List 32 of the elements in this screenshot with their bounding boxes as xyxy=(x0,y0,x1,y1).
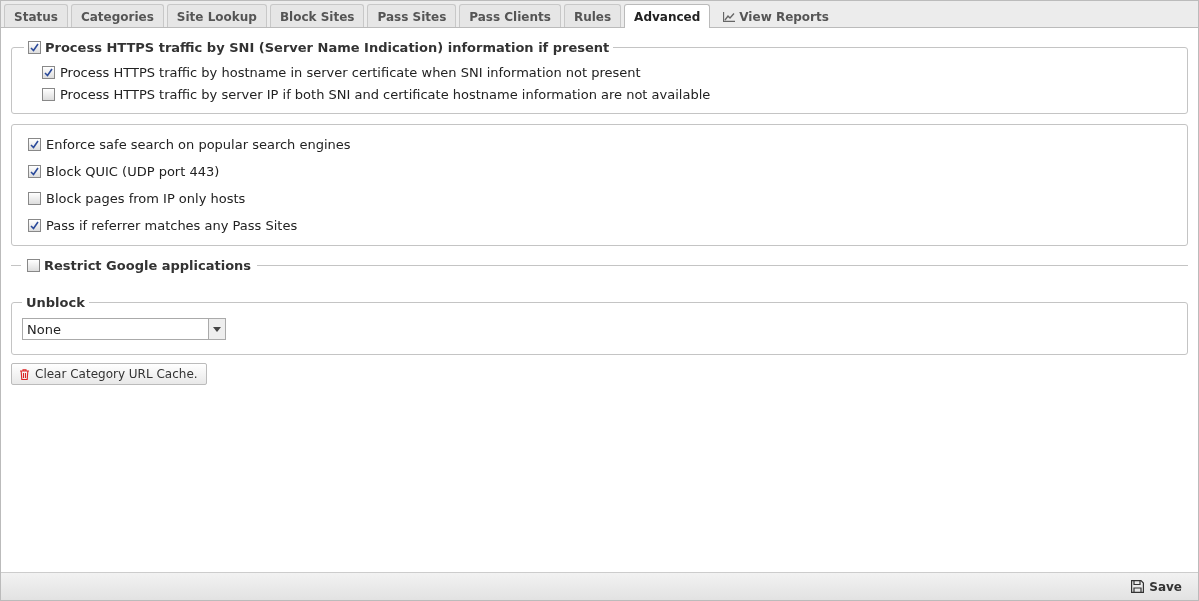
checkbox[interactable] xyxy=(28,192,41,205)
clear-cache-button[interactable]: Clear Category URL Cache. xyxy=(11,363,207,385)
save-button[interactable]: Save xyxy=(1125,578,1188,595)
checkbox[interactable] xyxy=(28,41,41,54)
trash-icon xyxy=(20,368,29,380)
checkbox-label: Restrict Google applications xyxy=(44,258,252,273)
checkbox-label: Block pages from IP only hosts xyxy=(46,191,246,206)
caret-icon xyxy=(213,326,221,332)
checkbox[interactable] xyxy=(28,138,41,151)
checkbox-label: Pass if referrer matches any Pass Sites xyxy=(46,218,298,233)
tab[interactable]: Advanced xyxy=(624,4,711,28)
checkbox-label: Process HTTPS traffic by SNI (Server Name Indication) information if present xyxy=(45,40,610,55)
tab[interactable]: View Reports xyxy=(713,4,839,27)
checkbox[interactable] xyxy=(28,165,41,178)
checkbox-label: Block QUIC (UDP port 443) xyxy=(46,164,220,179)
tab[interactable]: Pass Sites xyxy=(367,4,457,27)
panel-legend: Unblock xyxy=(22,295,89,310)
checkbox-label: Process HTTPS traffic by hostname in server certificate when SNI information not present xyxy=(60,64,641,80)
tab[interactable]: Categories xyxy=(70,4,164,27)
unblock-dropdown[interactable]: None xyxy=(22,318,226,340)
tab[interactable]: Site Lookup xyxy=(166,4,267,27)
checkbox[interactable] xyxy=(42,87,55,101)
tab[interactable]: Status xyxy=(4,4,68,27)
line-chart-icon xyxy=(723,11,736,22)
tab[interactable]: Rules xyxy=(563,4,622,27)
checkbox-label: Enforce safe search on popular search engines xyxy=(46,137,351,152)
tab[interactable]: Pass Clients xyxy=(459,4,561,27)
checkbox[interactable] xyxy=(42,65,55,79)
checkbox[interactable] xyxy=(28,219,41,232)
checkbox[interactable] xyxy=(27,259,40,272)
checkbox-label: Process HTTPS traffic by server IP if both SNI and certificate hostname information are not available xyxy=(60,86,711,102)
tab[interactable]: Block Sites xyxy=(269,4,365,27)
